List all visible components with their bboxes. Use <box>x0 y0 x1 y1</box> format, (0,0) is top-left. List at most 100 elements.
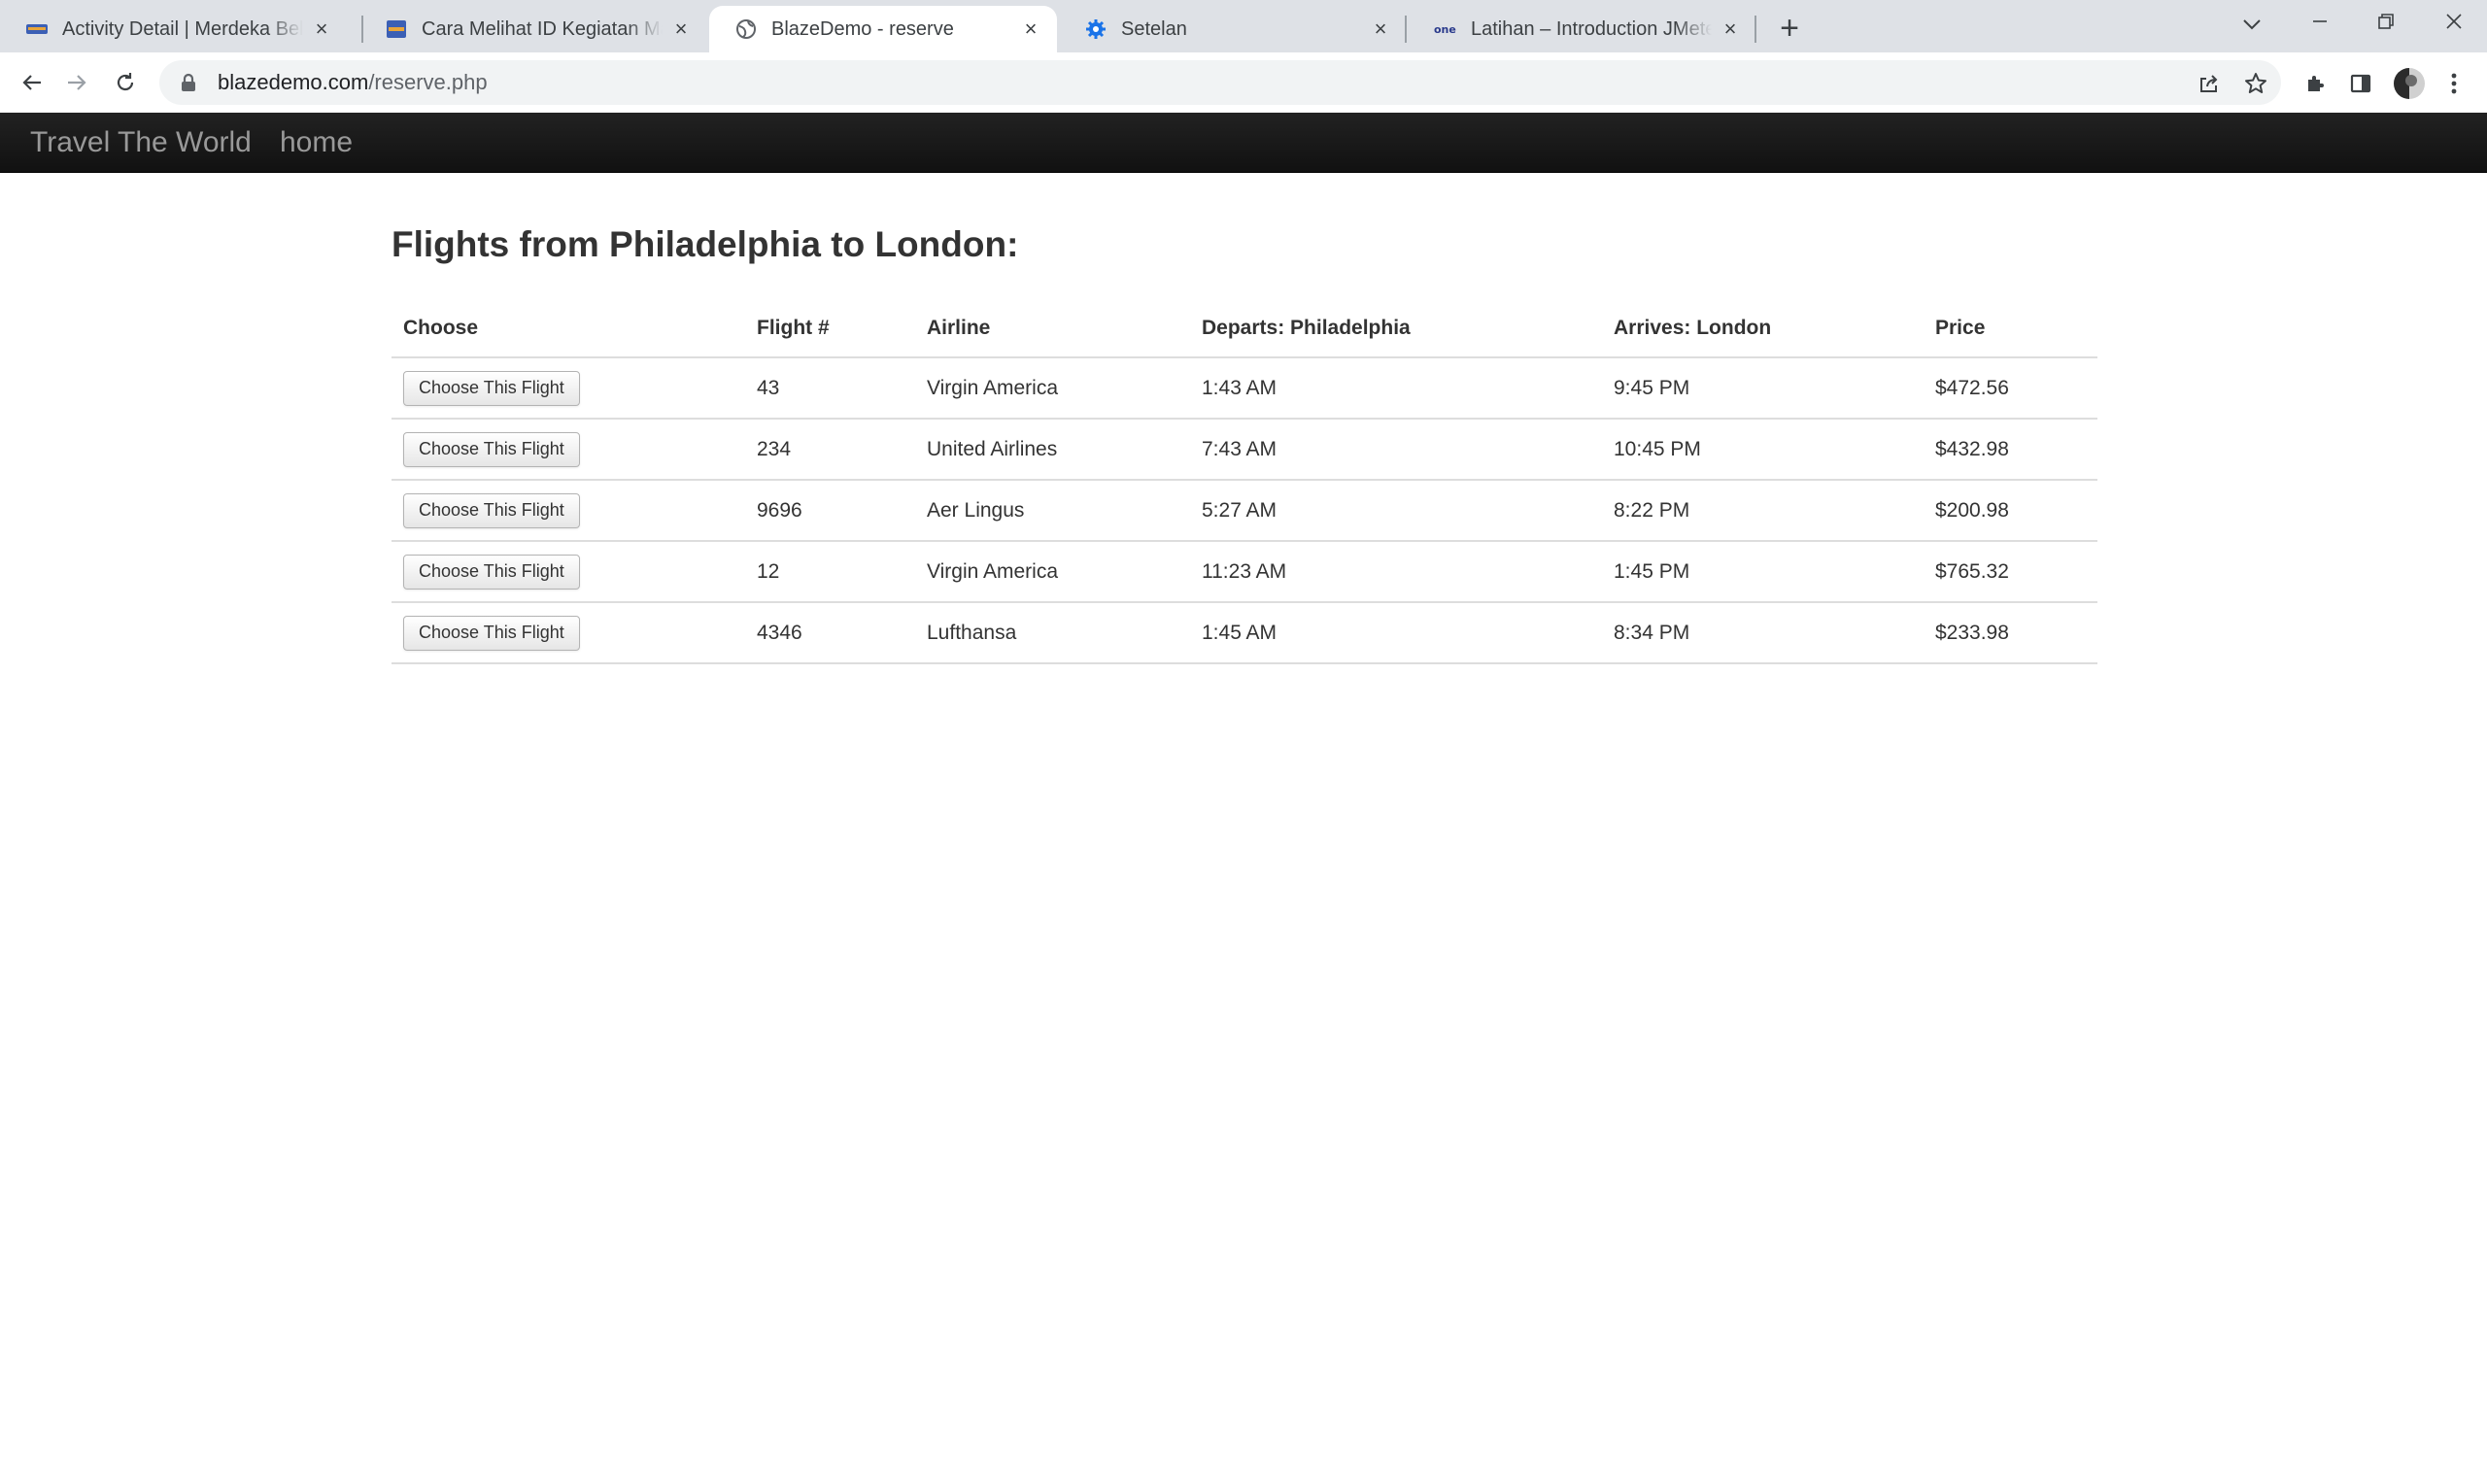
brand-link[interactable]: Travel The World <box>30 126 252 159</box>
chevron-down-icon <box>2243 19 2261 30</box>
airline: Aer Lingus <box>915 480 1190 542</box>
choose-cell: Choose This Flight <box>392 357 745 420</box>
page-title: Flights from Philadelphia to London: <box>392 224 1019 264</box>
side-panel-icon <box>2350 74 2371 93</box>
minimize-button[interactable] <box>2291 6 2349 41</box>
close-icon[interactable]: × <box>311 18 332 40</box>
close-icon <box>2446 14 2462 29</box>
browser-menu-button[interactable] <box>2435 64 2473 103</box>
share-button[interactable] <box>2190 64 2229 103</box>
table-row: Choose This Flight 9696 Aer Lingus 5:27 … <box>392 480 2097 542</box>
departure-time: 7:43 AM <box>1190 419 1602 481</box>
choose-flight-button[interactable]: Choose This Flight <box>403 615 580 651</box>
browser-toolbar: blazedemo.com/reserve.php <box>0 52 2487 113</box>
side-panel-button[interactable] <box>2341 64 2380 103</box>
tab-latihan-jmeter[interactable]: one Latihan – Introduction JMeter and × <box>1409 6 1756 52</box>
flight-number: 9696 <box>745 480 915 542</box>
arrival-time: 10:45 PM <box>1602 419 1924 481</box>
minimize-icon <box>2313 20 2327 22</box>
column-header-flight: Flight # <box>745 299 915 358</box>
departure-time: 1:43 AM <box>1190 357 1602 420</box>
close-icon[interactable]: × <box>1370 18 1391 40</box>
airline: Lufthansa <box>915 602 1190 664</box>
price: $200.98 <box>1924 480 2097 542</box>
kampus-merdeka-icon <box>385 17 408 41</box>
close-icon[interactable]: × <box>1720 18 1741 40</box>
tab-divider <box>1405 16 1407 43</box>
url-domain: blazedemo.com <box>218 70 369 94</box>
column-header-arrives: Arrives: London <box>1602 299 1924 358</box>
lock-icon <box>182 73 195 91</box>
tab-cara-melihat[interactable]: Cara Melihat ID Kegiatan Mahasiswa × <box>359 6 707 52</box>
choose-flight-button[interactable]: Choose This Flight <box>403 431 580 467</box>
restore-button[interactable] <box>2357 6 2415 41</box>
flights-table: Choose Flight # Airline Departs: Philade… <box>392 299 2097 664</box>
tab-title: BlazeDemo - reserve <box>771 17 954 40</box>
arrival-time: 8:34 PM <box>1602 602 1924 664</box>
tab-blazedemo-reserve[interactable]: BlazeDemo - reserve × <box>709 6 1057 52</box>
tab-setelan[interactable]: Setelan × <box>1059 6 1407 52</box>
price: $233.98 <box>1924 602 2097 664</box>
star-icon <box>2245 73 2266 93</box>
puzzle-icon <box>2308 76 2324 91</box>
extensions-button[interactable] <box>2297 64 2335 103</box>
table-header-row: Choose Flight # Airline Departs: Philade… <box>392 299 2097 358</box>
flight-number: 4346 <box>745 602 915 664</box>
gear-icon <box>1084 17 1107 41</box>
close-icon[interactable]: × <box>1020 18 1041 40</box>
choose-cell: Choose This Flight <box>392 602 745 664</box>
tab-activity-detail[interactable]: Activity Detail | Merdeka Belajar × <box>0 6 348 52</box>
home-link[interactable]: home <box>280 126 353 159</box>
more-vert-icon <box>2451 73 2457 94</box>
tab-divider <box>1755 16 1756 43</box>
reload-button[interactable] <box>105 62 146 103</box>
table-row: Choose This Flight 43 Virgin America 1:4… <box>392 357 2097 420</box>
column-header-departs: Departs: Philadelphia <box>1190 299 1602 358</box>
choose-cell: Choose This Flight <box>392 480 745 542</box>
tab-title: Activity Detail | Merdeka Belajar <box>62 17 303 40</box>
reload-icon <box>117 73 134 91</box>
arrival-time: 9:45 PM <box>1602 357 1924 420</box>
column-header-choose: Choose <box>392 299 745 358</box>
column-header-airline: Airline <box>915 299 1190 358</box>
column-header-price: Price <box>1924 299 2097 358</box>
share-icon <box>2200 75 2218 92</box>
tab-title: Latihan – Introduction JMeter and <box>1471 17 1712 40</box>
kampus-merdeka-icon <box>25 17 49 41</box>
airline: Virgin America <box>915 357 1190 420</box>
choose-flight-button[interactable]: Choose This Flight <box>403 492 580 528</box>
svg-text:one: one <box>1434 23 1456 36</box>
choose-flight-button[interactable]: Choose This Flight <box>403 370 580 406</box>
arrow-left-icon <box>22 75 41 90</box>
price: $472.56 <box>1924 357 2097 420</box>
departure-time: 1:45 AM <box>1190 602 1602 664</box>
close-icon[interactable]: × <box>670 18 692 40</box>
site-navbar: Travel The World home <box>0 113 2487 173</box>
close-window-button[interactable] <box>2425 6 2483 41</box>
profile-button[interactable] <box>2390 64 2429 103</box>
one-icon: one <box>1434 17 1457 41</box>
arrival-time: 1:45 PM <box>1602 541 1924 603</box>
flight-number: 43 <box>745 357 915 420</box>
table-row: Choose This Flight 4346 Lufthansa 1:45 A… <box>392 602 2097 664</box>
arrow-right-icon <box>68 75 86 90</box>
address-bar[interactable]: blazedemo.com/reserve.php <box>159 60 2281 105</box>
flight-number: 12 <box>745 541 915 603</box>
flight-number: 234 <box>745 419 915 481</box>
price: $432.98 <box>1924 419 2097 481</box>
price: $765.32 <box>1924 541 2097 603</box>
restore-icon <box>2378 14 2394 29</box>
back-button[interactable] <box>12 62 52 103</box>
departure-time: 5:27 AM <box>1190 480 1602 542</box>
new-tab-button[interactable]: + <box>1770 10 1809 49</box>
forward-button[interactable] <box>56 62 97 103</box>
tab-title: Setelan <box>1121 17 1187 40</box>
table-row: Choose This Flight 234 United Airlines 7… <box>392 419 2097 481</box>
airline: Virgin America <box>915 541 1190 603</box>
arrival-time: 8:22 PM <box>1602 480 1924 542</box>
choose-cell: Choose This Flight <box>392 419 745 481</box>
choose-flight-button[interactable]: Choose This Flight <box>403 554 580 590</box>
departure-time: 11:23 AM <box>1190 541 1602 603</box>
bookmark-button[interactable] <box>2236 64 2275 103</box>
tab-search-button[interactable] <box>2223 6 2281 41</box>
